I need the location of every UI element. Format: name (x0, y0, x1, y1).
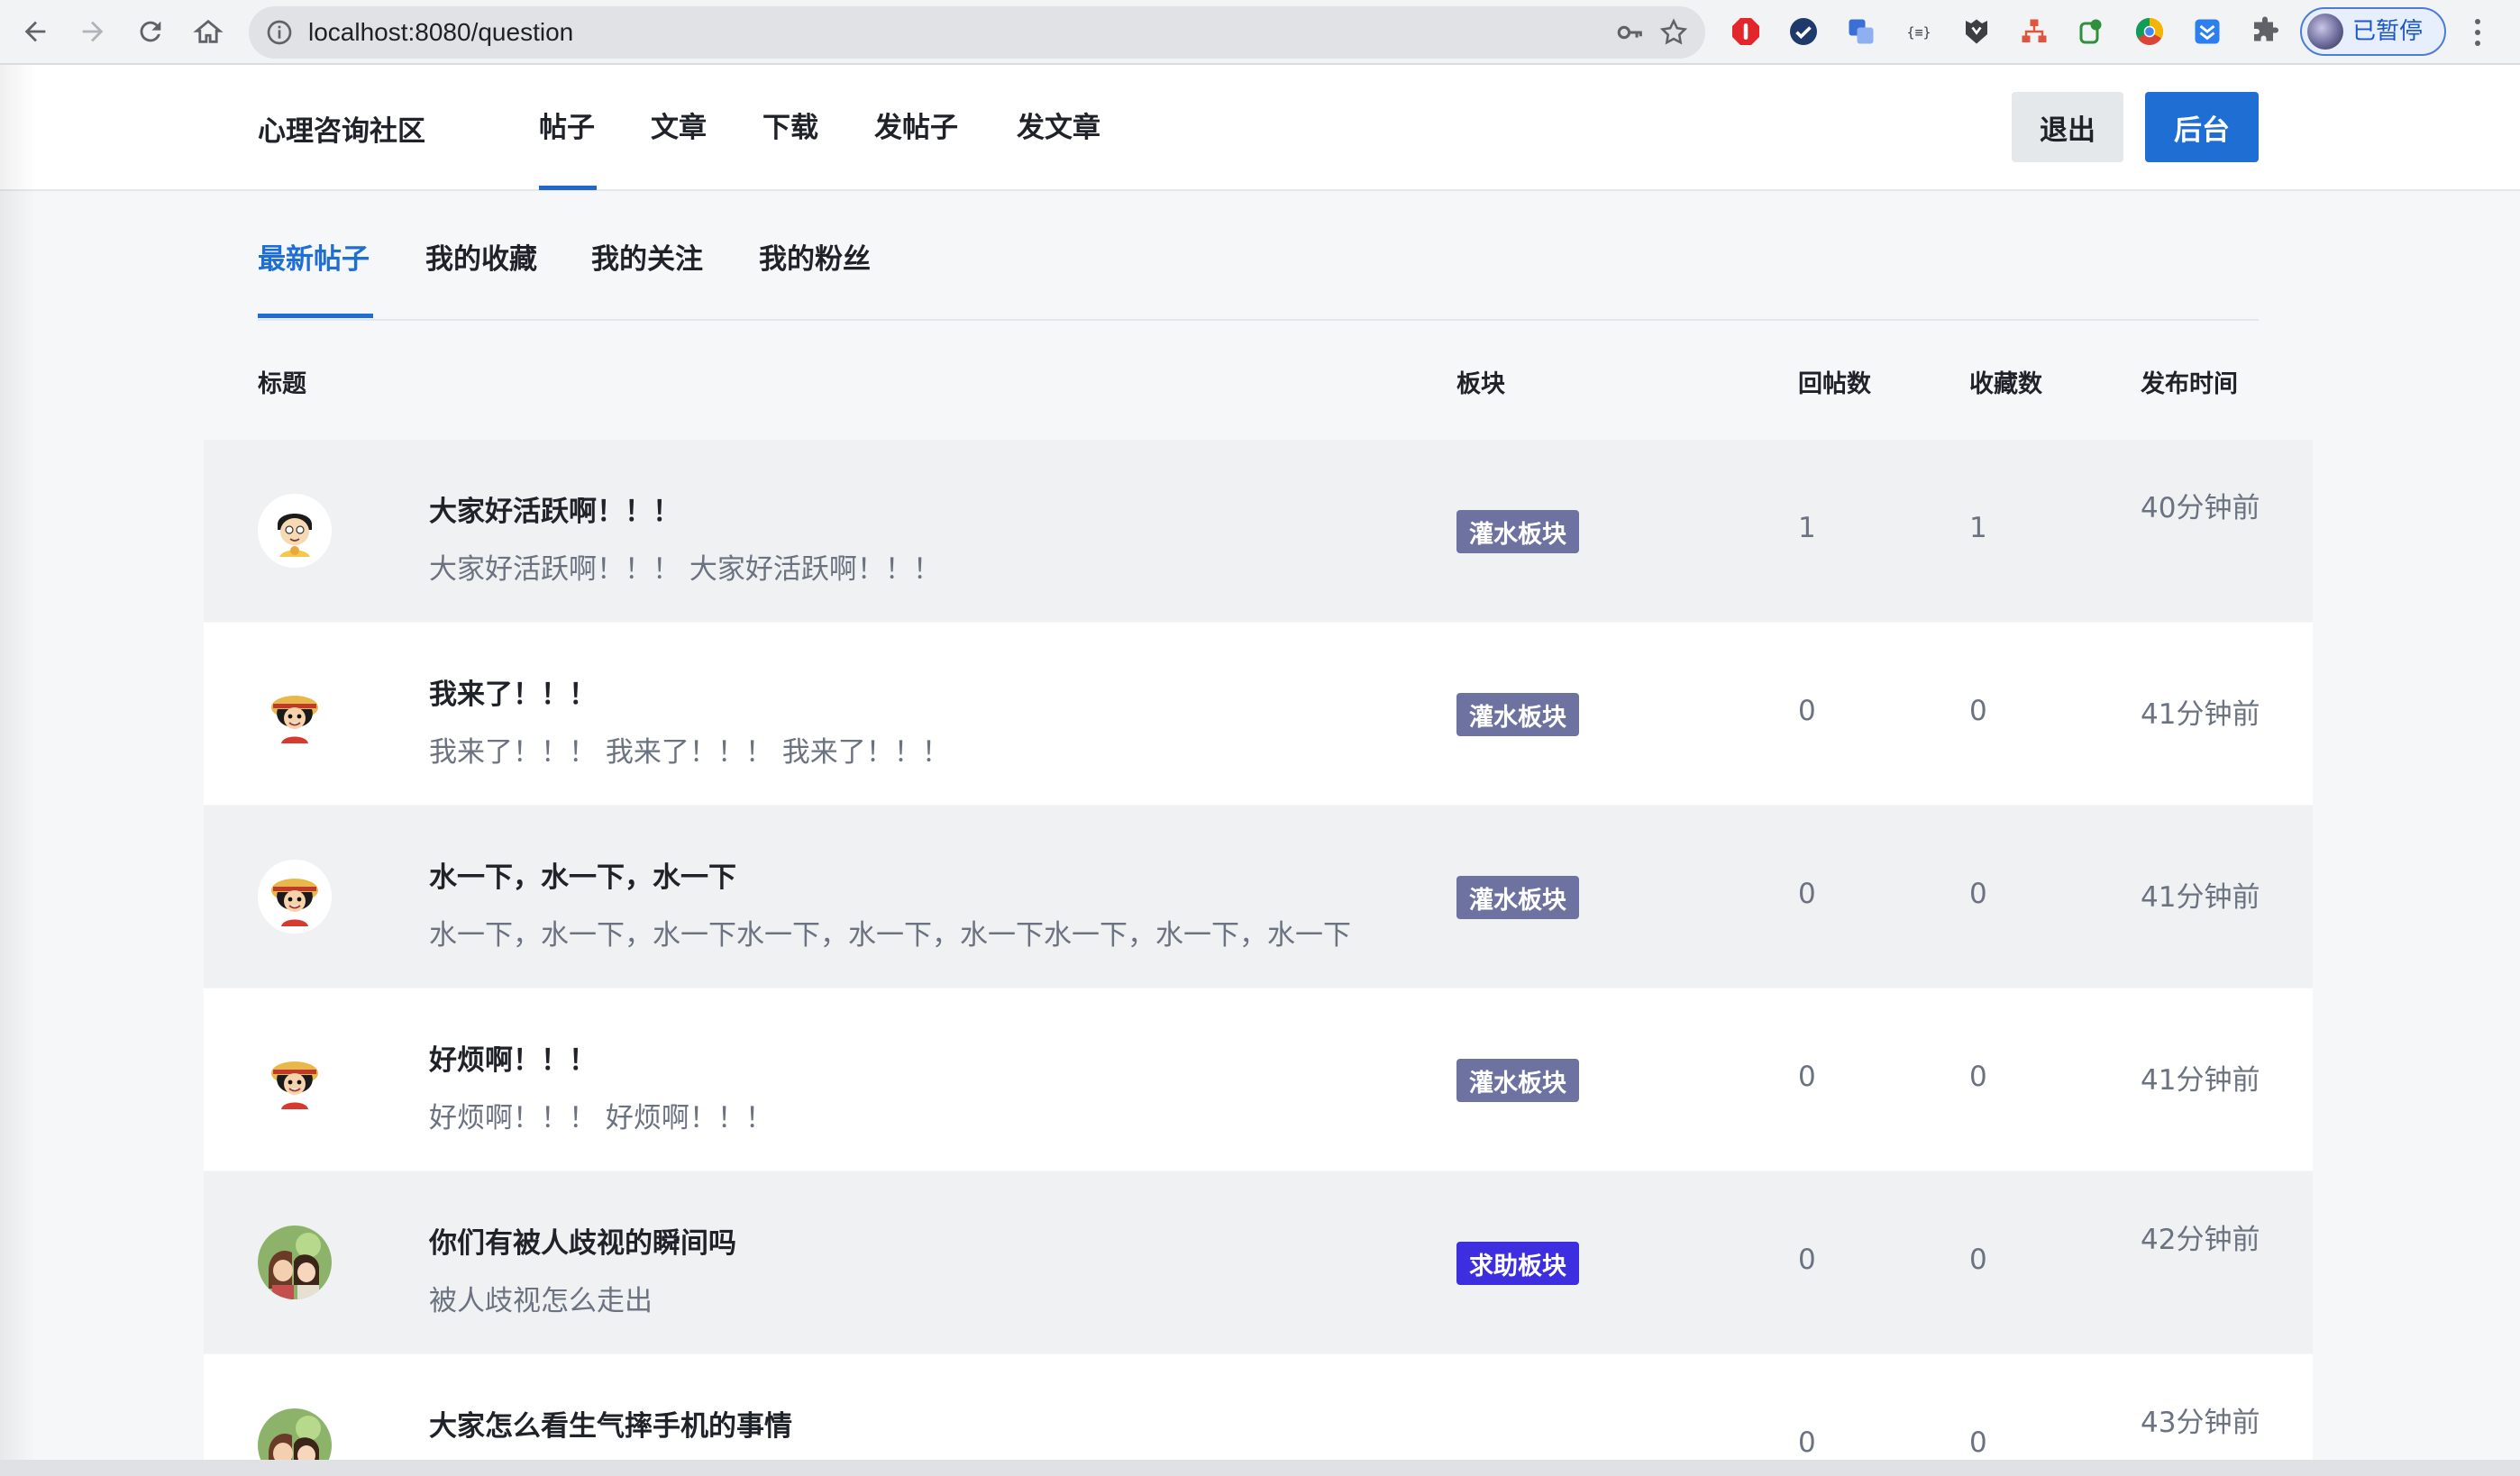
board-badge[interactable]: 灌水板块 (1456, 693, 1579, 736)
post-excerpt: 水一下，水一下，水一下水一下，水一下，水一下水一下，水一下，水一下 (429, 919, 1351, 952)
nav-new-post[interactable]: 发帖子 (874, 105, 958, 145)
favorite-count: 0 (1969, 1426, 1987, 1459)
tab-latest-posts[interactable]: 最新帖子 (258, 236, 370, 277)
publish-time: 43分钟前 (2141, 1407, 2260, 1439)
forward-icon[interactable] (70, 9, 115, 54)
shield-extension-icon[interactable] (1959, 14, 1994, 49)
anime-couple-avatar[interactable] (258, 1225, 332, 1299)
table-header: 标题 板块 回帖数 收藏数 发布时间 (0, 357, 2520, 404)
reload-icon[interactable] (128, 9, 173, 54)
table-row[interactable]: 好烦啊！！！ 好烦啊！！！ 好烦啊！！！ 灌水板块 0 0 41分钟前 (204, 989, 2313, 1171)
active-nav-indicator (539, 186, 597, 190)
publish-time: 42分钟前 (2141, 1224, 2260, 1256)
window-bottom-edge (0, 1460, 2520, 1476)
nav-new-article[interactable]: 发文章 (1017, 105, 1100, 145)
more-menu-icon[interactable] (2468, 14, 2488, 50)
table-row[interactable]: 大家怎么看生气摔手机的事情 0 0 43分钟前 (204, 1354, 2313, 1476)
table-row[interactable]: 大家好活跃啊！！！ 大家好活跃啊！！！ 大家好活跃啊！！！ 灌水板块 1 1 40分钟前 (204, 440, 2313, 622)
post-title[interactable]: 我来了！！！ (429, 671, 597, 712)
post-excerpt: 大家好活跃啊！！！ 大家好活跃啊！！！ (429, 553, 941, 586)
admin-button[interactable]: 后台 (2145, 92, 2259, 162)
post-filter-tabs: 最新帖子 我的收藏 我的关注 我的粉丝 (258, 191, 2259, 321)
reply-count: 0 (1798, 1426, 1816, 1459)
svg-text:{≡}: {≡} (1906, 24, 1931, 41)
publish-time: 41分钟前 (2141, 881, 2260, 914)
window-edge-shadow (0, 65, 36, 1476)
board-badge[interactable]: 灌水板块 (1456, 510, 1579, 553)
favorite-count: 1 (1969, 512, 1987, 544)
post-title[interactable]: 水一下，水一下，水一下 (429, 854, 736, 895)
url-text[interactable]: localhost:8080/question (308, 6, 573, 59)
nav-downloads[interactable]: 下载 (762, 105, 818, 145)
header-publish-time: 发布时间 (2141, 370, 2238, 398)
luffy-avatar[interactable] (258, 1043, 332, 1116)
header-board: 板块 (1456, 370, 1505, 398)
header-favorites: 收藏数 (1969, 370, 2042, 398)
site-info-icon[interactable] (265, 18, 294, 47)
key-icon[interactable] (1615, 17, 1646, 48)
board-badge[interactable]: 灌水板块 (1456, 1059, 1579, 1102)
bookmark-star-icon[interactable] (1658, 17, 1689, 48)
header-title: 标题 (258, 370, 306, 398)
board-badge[interactable]: 灌水板块 (1456, 876, 1579, 919)
address-bar[interactable]: localhost:8080/question (249, 6, 1705, 59)
post-excerpt: 被人歧视怎么走出 (429, 1285, 653, 1317)
browser-toolbar: localhost:8080/question {≡} 已暂停 (0, 0, 2520, 65)
favorite-count: 0 (1969, 1244, 1987, 1276)
site-logo[interactable]: 心理咨询社区 (258, 108, 425, 149)
luffy-avatar[interactable] (258, 860, 332, 934)
favorite-count: 0 (1969, 878, 1987, 910)
reply-count: 0 (1798, 1061, 1816, 1093)
home-icon[interactable] (186, 9, 231, 54)
table-row[interactable]: 你们有被人歧视的瞬间吗被人歧视怎么走出 求助板块 0 0 42分钟前 (204, 1171, 2313, 1353)
reply-count: 1 (1798, 512, 1816, 544)
json-extension-icon[interactable]: {≡} (1902, 14, 1936, 49)
doraemon-nobita-avatar[interactable] (258, 494, 332, 568)
luffy-avatar[interactable] (258, 677, 332, 751)
checkmark-extension-icon[interactable] (1786, 14, 1821, 49)
post-title[interactable]: 大家好活跃啊！！！ (429, 488, 680, 529)
tab-my-favorites[interactable]: 我的收藏 (425, 236, 537, 277)
publish-time: 41分钟前 (2141, 698, 2260, 731)
active-tab-indicator (258, 314, 373, 318)
favorite-count: 0 (1969, 695, 1987, 727)
adblock-extension-icon[interactable] (1729, 14, 1763, 49)
nav-articles[interactable]: 文章 (651, 105, 707, 145)
post-title[interactable]: 你们有被人歧视的瞬间吗 (429, 1220, 736, 1261)
logout-button[interactable]: 退出 (2012, 92, 2123, 162)
profile-button[interactable]: 已暂停 (2300, 7, 2446, 56)
board-badge[interactable]: 求助板块 (1456, 1242, 1579, 1285)
reply-count: 0 (1798, 1244, 1816, 1276)
profile-status-label: 已暂停 (2352, 18, 2424, 45)
tab-my-fans[interactable]: 我的粉丝 (759, 236, 871, 277)
header-replies: 回帖数 (1798, 370, 1871, 398)
back-icon[interactable] (13, 9, 58, 54)
profile-avatar (2307, 14, 2343, 50)
extensions-puzzle-icon[interactable] (2248, 14, 2282, 49)
publish-time: 40分钟前 (2141, 492, 2260, 524)
sitemap-extension-icon[interactable] (2017, 14, 2051, 49)
site-header: 心理咨询社区 帖子 文章 下载 发帖子 发文章 退出 后台 (0, 65, 2520, 191)
table-row[interactable]: 我来了！！！ 我来了！！！ 我来了！！！ 我来了！！！ 灌水板块 0 0 41分钟前 (204, 623, 2313, 805)
publish-time: 41分钟前 (2141, 1064, 2260, 1097)
table-row[interactable]: 水一下，水一下，水一下 水一下，水一下，水一下水一下，水一下，水一下水一下，水一下… (204, 806, 2313, 988)
reply-count: 0 (1798, 878, 1816, 910)
favorite-count: 0 (1969, 1061, 1987, 1093)
post-excerpt: 好烦啊！！！ 好烦啊！！！ (429, 1102, 773, 1134)
translate-extension-icon[interactable] (1844, 14, 1878, 49)
tab-my-following[interactable]: 我的关注 (591, 236, 703, 277)
post-excerpt: 我来了！！！ 我来了！！！ 我来了！！！ (429, 736, 950, 769)
post-title[interactable]: 好烦啊！！！ (429, 1037, 597, 1078)
nav-posts[interactable]: 帖子 (539, 105, 595, 145)
post-title[interactable]: 大家怎么看生气摔手机的事情 (429, 1403, 792, 1444)
reply-count: 0 (1798, 695, 1816, 727)
chrome-extension-icon[interactable] (2132, 14, 2167, 49)
download-extension-icon[interactable] (2190, 14, 2224, 49)
leaf-extension-icon[interactable] (2075, 14, 2109, 49)
